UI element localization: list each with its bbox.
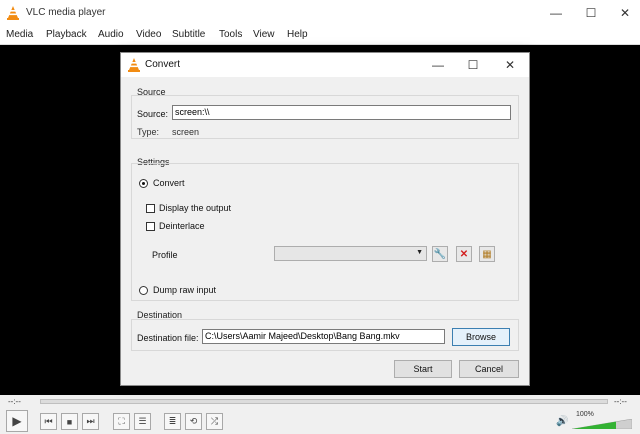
speaker-icon[interactable]: 🔊 xyxy=(556,416,568,427)
type-value: screen xyxy=(172,127,200,137)
vlc-logo-icon xyxy=(128,58,140,72)
elapsed-time: --:-- xyxy=(8,397,21,406)
menu-playback[interactable]: Playback xyxy=(46,29,87,40)
app-title: VLC media player xyxy=(26,7,106,18)
deinterlace-label[interactable]: Deinterlace xyxy=(159,221,205,231)
menu-help[interactable]: Help xyxy=(287,29,308,40)
new-profile-button[interactable]: ▦ xyxy=(479,246,495,262)
loop-button[interactable]: ⟲ xyxy=(185,413,202,430)
menu-tools[interactable]: Tools xyxy=(219,29,242,40)
source-label: Source: xyxy=(137,109,169,119)
display-output-checkbox[interactable] xyxy=(146,204,155,213)
dump-raw-label[interactable]: Dump raw input xyxy=(153,285,216,295)
convert-label[interactable]: Convert xyxy=(153,178,185,188)
stop-icon: ■ xyxy=(66,416,73,427)
profile-label: Profile xyxy=(152,250,178,260)
wrench-icon: 🔧 xyxy=(433,248,447,260)
fullscreen-button[interactable]: ⛶ xyxy=(113,413,130,430)
edit-profile-button[interactable]: 🔧 xyxy=(432,246,448,262)
volume-percentage: 100% xyxy=(576,411,594,418)
display-output-label[interactable]: Display the output xyxy=(159,203,231,213)
menu-video[interactable]: Video xyxy=(136,29,161,40)
dialog-titlebar: Convert — ☐ ✕ xyxy=(121,53,529,77)
volume-slider[interactable] xyxy=(572,419,632,429)
next-button[interactable]: ⏭ xyxy=(82,413,99,430)
chevron-down-icon: ▼ xyxy=(416,249,423,256)
extended-settings-button[interactable]: ☰ xyxy=(134,413,151,430)
source-field[interactable]: screen:\\ xyxy=(172,105,511,120)
dialog-close-button[interactable]: ✕ xyxy=(495,55,525,75)
settings-group xyxy=(131,163,519,301)
equalizer-icon: ☰ xyxy=(138,416,147,426)
dialog-maximize-button[interactable]: ☐ xyxy=(458,55,488,75)
convert-radio[interactable] xyxy=(139,179,148,188)
playback-controls: --:-- --:-- ▶ ⏮ ■ ⏭ ⛶ ☰ ≣ ⟲ ⤮ 🔊 100% xyxy=(0,395,640,434)
menu-audio[interactable]: Audio xyxy=(98,29,124,40)
dialog-minimize-button[interactable]: — xyxy=(423,55,453,75)
menu-subtitle[interactable]: Subtitle xyxy=(172,29,205,40)
close-button[interactable]: ✕ xyxy=(614,4,636,22)
type-label: Type: xyxy=(137,127,160,137)
destination-file-field[interactable]: C:\Users\Aamir Majeed\Desktop\Bang Bang.… xyxy=(202,329,445,344)
play-icon: ▶ xyxy=(12,414,22,428)
maximize-button[interactable]: ☐ xyxy=(580,4,602,22)
menu-view[interactable]: View xyxy=(253,29,275,40)
dump-raw-radio[interactable] xyxy=(139,286,148,295)
deinterlace-checkbox[interactable] xyxy=(146,222,155,231)
total-time: --:-- xyxy=(614,397,627,406)
minimize-button[interactable]: — xyxy=(545,4,567,22)
menu-media[interactable]: Media xyxy=(6,29,33,40)
stop-button[interactable]: ■ xyxy=(61,413,78,430)
delete-profile-button[interactable]: ✕ xyxy=(456,246,472,262)
start-button[interactable]: Start xyxy=(394,360,452,378)
delete-icon: ✕ xyxy=(459,248,469,260)
profile-dropdown[interactable]: ▼ xyxy=(274,246,427,261)
playlist-button[interactable]: ≣ xyxy=(164,413,181,430)
shuffle-button[interactable]: ⤮ xyxy=(206,413,223,430)
fullscreen-icon: ⛶ xyxy=(118,416,125,426)
seek-bar[interactable] xyxy=(40,399,608,404)
destination-file-label: Destination file: xyxy=(137,333,199,343)
loop-icon: ⟲ xyxy=(189,416,198,426)
dialog-title: Convert xyxy=(145,59,181,70)
main-titlebar: VLC media player — ☐ ✕ xyxy=(0,0,640,26)
new-profile-icon: ▦ xyxy=(482,248,492,260)
menu-bar: Media Playback Audio Video Subtitle Tool… xyxy=(0,26,640,45)
play-button[interactable]: ▶ xyxy=(6,410,28,432)
playlist-icon: ≣ xyxy=(168,416,177,426)
convert-dialog: Convert — ☐ ✕ Source Source: screen:\\ T… xyxy=(120,52,530,386)
previous-icon: ⏮ xyxy=(44,416,53,426)
vlc-logo-icon xyxy=(7,6,19,20)
shuffle-icon: ⤮ xyxy=(210,416,219,426)
cancel-button[interactable]: Cancel xyxy=(459,360,519,378)
browse-button[interactable]: Browse xyxy=(452,328,510,346)
next-icon: ⏭ xyxy=(86,416,95,426)
previous-button[interactable]: ⏮ xyxy=(40,413,57,430)
